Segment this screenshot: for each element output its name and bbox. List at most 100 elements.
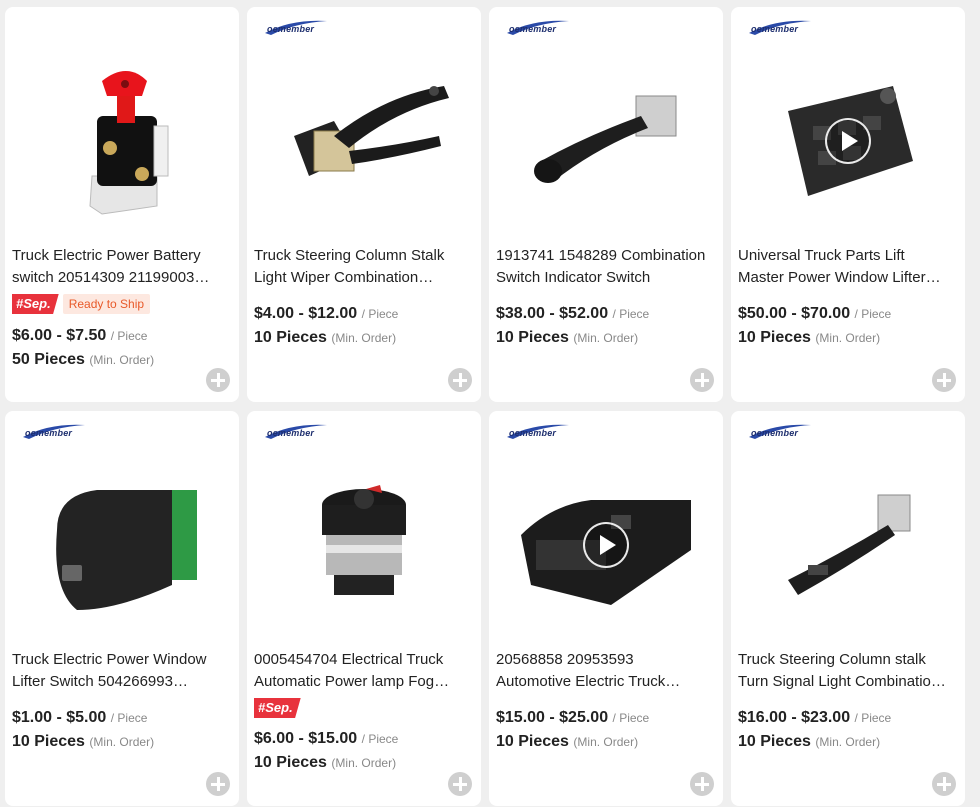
min-order-value: 10 Pieces bbox=[254, 329, 327, 346]
product-card[interactable]: oemember Universal Truck Parts Lift Mast… bbox=[731, 7, 965, 402]
add-icon[interactable] bbox=[932, 368, 956, 392]
indicator-switch-icon bbox=[534, 95, 677, 183]
badge-row: #Sep. Ready to Ship bbox=[12, 294, 151, 314]
product-title[interactable]: 0005454704 Electrical Truck Automatic Po… bbox=[254, 649, 464, 693]
product-title[interactable]: 20568858 20953593 Automotive Electric Tr… bbox=[496, 649, 706, 693]
price-range: $16.00 - $23.00 / Piece bbox=[738, 709, 891, 727]
product-card[interactable]: oemember 0005454704 Electrical Truck Aut… bbox=[247, 411, 481, 806]
min-order: 10 Pieces (Min. Order) bbox=[254, 754, 396, 772]
price-unit: / Piece bbox=[854, 307, 892, 321]
product-image[interactable] bbox=[25, 447, 219, 643]
product-image[interactable] bbox=[751, 447, 945, 643]
product-grid: Truck Electric Power Battery switch 2051… bbox=[0, 0, 980, 807]
min-order-value: 50 Pieces bbox=[12, 351, 85, 368]
min-order-value: 10 Pieces bbox=[12, 733, 85, 750]
min-order-value: 10 Pieces bbox=[738, 733, 811, 750]
price-unit: / Piece bbox=[612, 711, 650, 725]
product-card[interactable]: oemember 1913741 1548289 Combination Swi… bbox=[489, 7, 723, 402]
product-title[interactable]: Truck Steering Column stalk Turn Signal … bbox=[738, 649, 948, 693]
add-icon[interactable] bbox=[932, 772, 956, 796]
product-image[interactable] bbox=[25, 43, 219, 239]
min-order-value: 10 Pieces bbox=[496, 329, 569, 346]
price-range: $1.00 - $5.00 / Piece bbox=[12, 709, 147, 727]
product-card[interactable]: oemember Truck Steering Column Stalk Lig… bbox=[247, 7, 481, 402]
min-order-label: (Min. Order) bbox=[573, 735, 639, 749]
price-value: $1.00 - $5.00 bbox=[12, 709, 107, 726]
product-card[interactable]: oemember Truck Steering Column stalk Tur… bbox=[731, 411, 965, 806]
brand-logo: oemember bbox=[19, 423, 85, 441]
min-order-label: (Min. Order) bbox=[89, 735, 155, 749]
min-order-value: 10 Pieces bbox=[496, 733, 569, 750]
price-range: $38.00 - $52.00 / Piece bbox=[496, 305, 649, 323]
brand-logo: oemember bbox=[745, 423, 811, 441]
min-order: 10 Pieces (Min. Order) bbox=[738, 329, 880, 347]
battery-switch-icon bbox=[89, 71, 169, 215]
product-image[interactable] bbox=[751, 43, 945, 239]
min-order-label: (Min. Order) bbox=[815, 735, 881, 749]
price-range: $4.00 - $12.00 / Piece bbox=[254, 305, 398, 323]
price-value: $4.00 - $12.00 bbox=[254, 305, 358, 322]
price-range: $15.00 - $25.00 / Piece bbox=[496, 709, 649, 727]
promo-badge: #Sep. bbox=[12, 294, 59, 314]
min-order-label: (Min. Order) bbox=[815, 331, 881, 345]
add-icon[interactable] bbox=[206, 772, 230, 796]
min-order-value: 10 Pieces bbox=[254, 754, 327, 771]
brand-logo: oemember bbox=[503, 423, 569, 441]
product-image[interactable] bbox=[267, 43, 461, 239]
brand-logo: oemember bbox=[745, 19, 811, 37]
price-value: $6.00 - $7.50 bbox=[12, 327, 107, 344]
price-value: $50.00 - $70.00 bbox=[738, 305, 851, 322]
product-title[interactable]: Truck Steering Column Stalk Light Wiper … bbox=[254, 245, 464, 289]
price-value: $6.00 - $15.00 bbox=[254, 730, 358, 747]
brand-logo: oemember bbox=[261, 19, 327, 37]
play-video-icon[interactable] bbox=[583, 522, 629, 568]
min-order: 10 Pieces (Min. Order) bbox=[738, 733, 880, 751]
min-order: 50 Pieces (Min. Order) bbox=[12, 351, 154, 369]
min-order-label: (Min. Order) bbox=[331, 331, 397, 345]
combination-switch-icon bbox=[294, 86, 449, 176]
product-title[interactable]: Truck Electric Power Battery switch 2051… bbox=[12, 245, 222, 289]
product-card[interactable]: Truck Electric Power Battery switch 2051… bbox=[5, 7, 239, 402]
price-value: $38.00 - $52.00 bbox=[496, 305, 609, 322]
price-range: $50.00 - $70.00 / Piece bbox=[738, 305, 891, 323]
badge-row: #Sep. bbox=[254, 698, 301, 718]
min-order-label: (Min. Order) bbox=[573, 331, 639, 345]
ready-to-ship-badge: Ready to Ship bbox=[62, 294, 151, 314]
price-unit: / Piece bbox=[361, 732, 399, 746]
min-order: 10 Pieces (Min. Order) bbox=[12, 733, 154, 751]
min-order-value: 10 Pieces bbox=[738, 329, 811, 346]
promo-badge: #Sep. bbox=[254, 698, 301, 718]
price-value: $16.00 - $23.00 bbox=[738, 709, 851, 726]
min-order: 10 Pieces (Min. Order) bbox=[496, 733, 638, 751]
product-image[interactable] bbox=[509, 43, 703, 239]
play-video-icon[interactable] bbox=[825, 118, 871, 164]
product-title[interactable]: Truck Electric Power Window Lifter Switc… bbox=[12, 649, 222, 693]
light-switch-icon bbox=[322, 485, 406, 595]
price-unit: / Piece bbox=[110, 329, 148, 343]
min-order: 10 Pieces (Min. Order) bbox=[496, 329, 638, 347]
product-title[interactable]: Universal Truck Parts Lift Master Power … bbox=[738, 245, 948, 289]
price-range: $6.00 - $15.00 / Piece bbox=[254, 730, 398, 748]
price-range: $6.00 - $7.50 / Piece bbox=[12, 327, 147, 345]
add-icon[interactable] bbox=[448, 772, 472, 796]
price-unit: / Piece bbox=[110, 711, 148, 725]
product-image[interactable] bbox=[509, 447, 703, 643]
min-order: 10 Pieces (Min. Order) bbox=[254, 329, 396, 347]
add-icon[interactable] bbox=[690, 368, 714, 392]
product-title[interactable]: 1913741 1548289 Combination Switch Indic… bbox=[496, 245, 706, 289]
product-card[interactable]: oemember 20568858 20953593 Automotive El… bbox=[489, 411, 723, 806]
product-image[interactable] bbox=[267, 447, 461, 643]
price-value: $15.00 - $25.00 bbox=[496, 709, 609, 726]
price-unit: / Piece bbox=[361, 307, 399, 321]
add-icon[interactable] bbox=[690, 772, 714, 796]
price-unit: / Piece bbox=[854, 711, 892, 725]
product-card[interactable]: oemember Truck Electric Power Window Lif… bbox=[5, 411, 239, 806]
turn-signal-stalk-icon bbox=[788, 494, 911, 595]
add-icon[interactable] bbox=[448, 368, 472, 392]
brand-logo: oemember bbox=[261, 423, 327, 441]
window-lifter-switch-icon bbox=[56, 490, 197, 610]
price-unit: / Piece bbox=[612, 307, 650, 321]
min-order-label: (Min. Order) bbox=[331, 756, 397, 770]
min-order-label: (Min. Order) bbox=[89, 353, 155, 367]
add-icon[interactable] bbox=[206, 368, 230, 392]
